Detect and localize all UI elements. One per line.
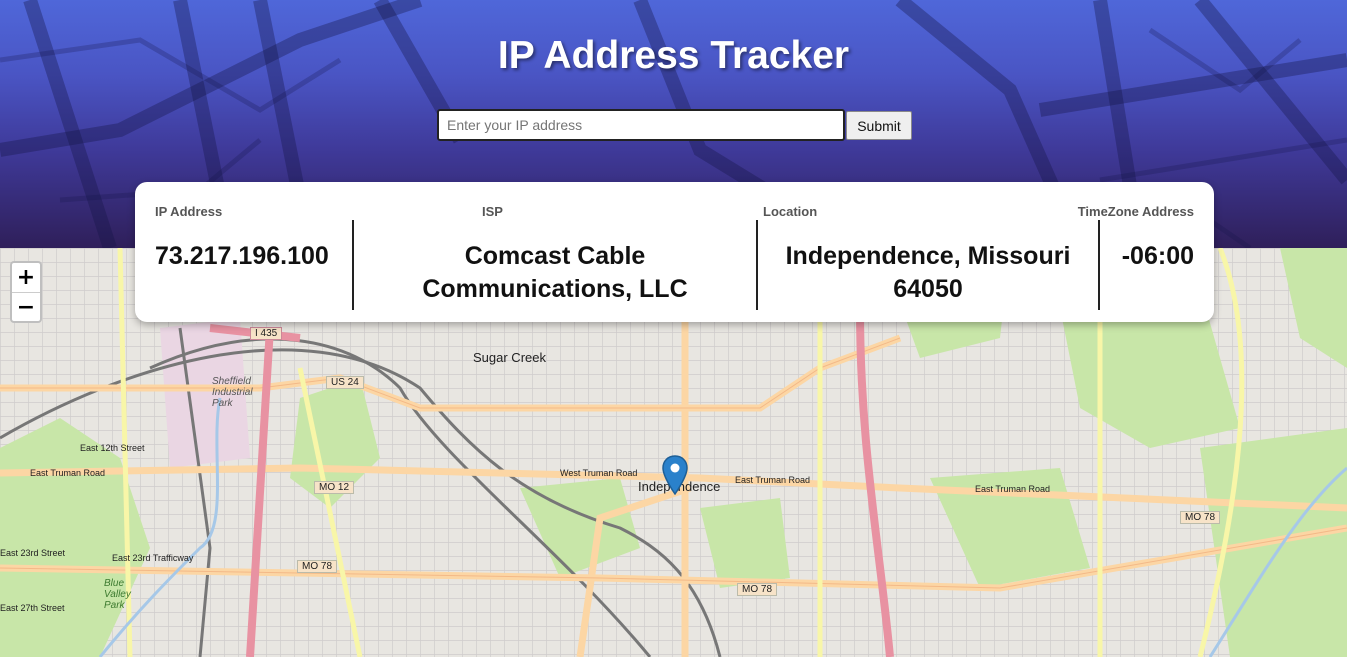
shield-i435: I 435 — [250, 327, 283, 340]
map-label-east-truman: East Truman Road — [30, 468, 106, 478]
isp-column: ISP Comcast Cable Communications, LLC — [354, 182, 756, 322]
zoom-control: + − — [10, 261, 42, 323]
map-label-blue-valley: Blue Valley Park — [104, 578, 131, 611]
map-label-sugar-creek: Sugar Creek — [473, 350, 546, 365]
isp-value: Comcast Cable Communications, LLC — [422, 242, 688, 303]
map-label-east-27th: East 27th Street — [0, 603, 65, 613]
shield-mo78-b: MO 78 — [737, 583, 778, 596]
location-marker-icon[interactable] — [662, 455, 688, 495]
map-label-east-12th: East 12th Street — [80, 443, 145, 453]
submit-button[interactable]: Submit — [846, 111, 912, 140]
timezone-label: TimeZone Address — [1077, 204, 1194, 219]
map-label-sheffield: Sheffield Industrial Park — [212, 376, 253, 409]
zoom-in-button[interactable]: + — [12, 263, 40, 293]
ip-label: IP Address — [155, 204, 223, 219]
location-value: Independence, Missouri 64050 — [785, 242, 1071, 303]
map-label-east-truman-2: East Truman Road — [735, 475, 811, 485]
shield-mo12: MO 12 — [314, 481, 355, 494]
shield-mo78-c: MO 78 — [1180, 511, 1221, 524]
zoom-out-button[interactable]: − — [12, 293, 40, 322]
location-column: Location Independence, Missouri 64050 — [758, 182, 1098, 322]
location-label: Location — [763, 204, 818, 219]
ip-search-input[interactable] — [437, 109, 845, 141]
shield-us24: US 24 — [326, 376, 364, 389]
search-bar: Submit — [437, 109, 912, 141]
map-label-east-23rd-traffic: East 23rd Trafficway — [112, 553, 194, 563]
isp-label: ISP — [482, 204, 503, 219]
timezone-column: TimeZone Address -06:00 — [1078, 182, 1214, 322]
map-label-east-truman-3: East Truman Road — [975, 484, 1051, 494]
shield-mo78-a: MO 78 — [297, 560, 338, 573]
timezone-value: -06:00 — [1121, 242, 1194, 270]
map-label-east-23rd: East 23rd Street — [0, 548, 66, 558]
ip-value: 73.217.196.100 — [155, 242, 329, 270]
map-label-west-truman: West Truman Road — [560, 468, 638, 478]
page-title: IP Address Tracker — [497, 34, 850, 77]
ip-column: IP Address 73.217.196.100 — [135, 182, 353, 322]
ip-info-card: IP Address 73.217.196.100 ISP Comcast Ca… — [135, 182, 1214, 322]
